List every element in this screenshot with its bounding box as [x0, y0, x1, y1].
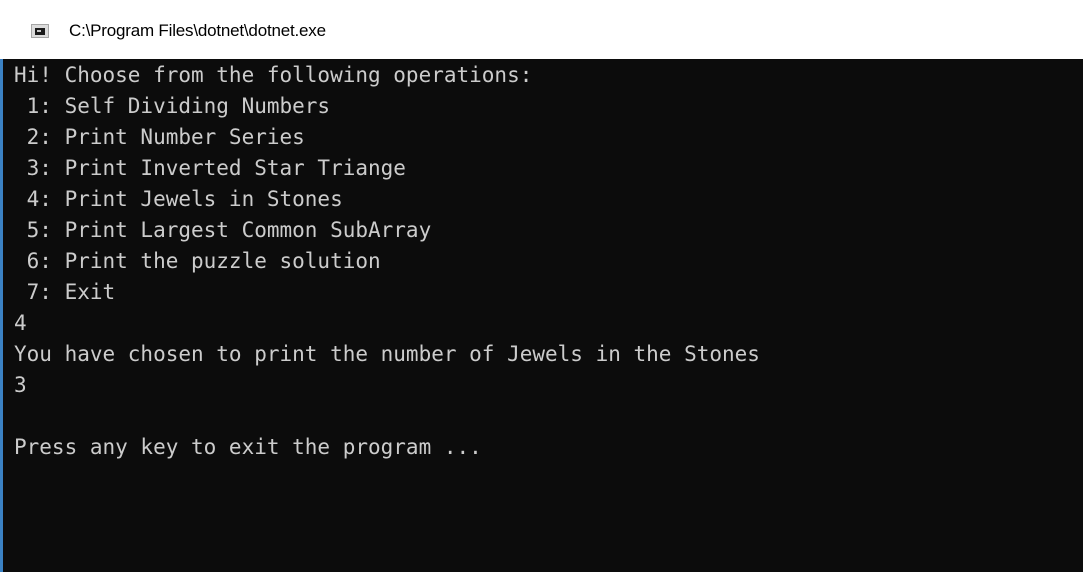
menu-option-3: 3: Print Inverted Star Triange: [14, 156, 406, 180]
console-app-icon-cursor: [37, 30, 41, 32]
menu-option-7: 7: Exit: [14, 280, 116, 304]
console-app-icon[interactable]: [31, 24, 49, 38]
exit-prompt-line: Press any key to exit the program ...: [14, 435, 482, 459]
result-output-line: 3: [14, 373, 27, 397]
console-window: C:\Program Files\dotnet\dotnet.exe Hi! C…: [0, 0, 1083, 572]
menu-option-4: 4: Print Jewels in Stones: [14, 187, 343, 211]
menu-option-6: 6: Print the puzzle solution: [14, 249, 381, 273]
choice-confirmation-line: You have chosen to print the number of J…: [14, 342, 760, 366]
window-title: C:\Program Files\dotnet\dotnet.exe: [69, 21, 326, 40]
user-input-choice: 4: [14, 311, 27, 335]
console-text-buffer: Hi! Choose from the following operations…: [3, 59, 1083, 572]
menu-option-5: 5: Print Largest Common SubArray: [14, 218, 432, 242]
menu-option-1: 1: Self Dividing Numbers: [14, 94, 331, 118]
console-output-area[interactable]: Hi! Choose from the following operations…: [0, 59, 1083, 572]
console-greeting-line: Hi! Choose from the following operations…: [14, 63, 533, 87]
window-titlebar[interactable]: C:\Program Files\dotnet\dotnet.exe: [0, 0, 1083, 59]
menu-option-2: 2: Print Number Series: [14, 125, 305, 149]
